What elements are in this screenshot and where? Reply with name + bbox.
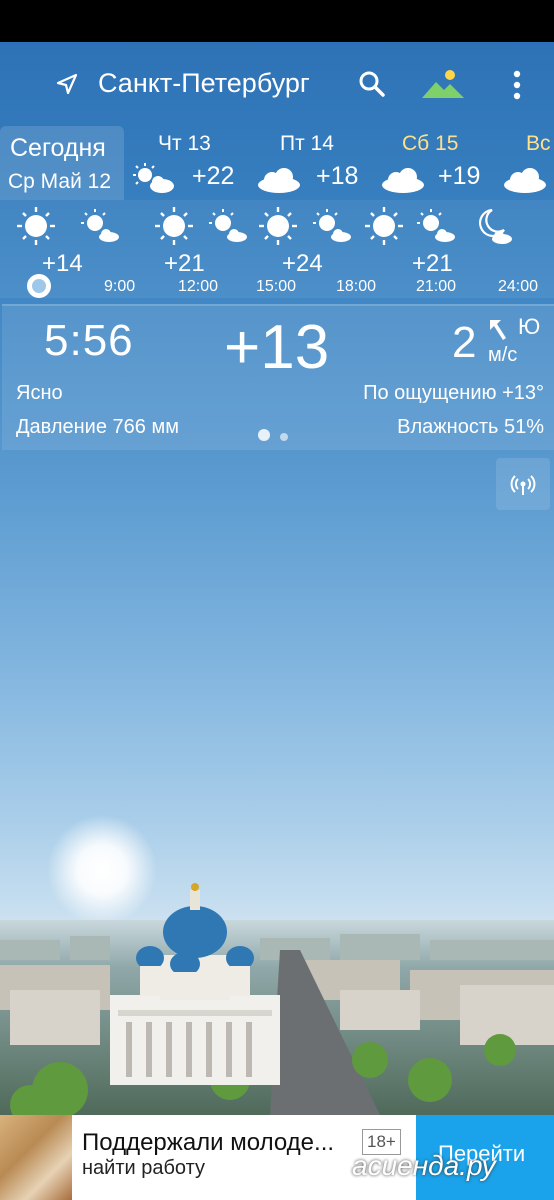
current-temp: +13 [224, 313, 330, 382]
sun-cloud-icon [133, 163, 174, 193]
ad-image [0, 1115, 72, 1200]
hourly-time: 21:00 [416, 278, 457, 295]
day-item-fri[interactable]: Пт 14 +18 [256, 126, 376, 200]
top-bar: Санкт-Петербург [0, 42, 554, 126]
hourly-temp: +21 [412, 250, 453, 277]
current-time-marker [27, 274, 51, 298]
watermark: асиенда.ру [352, 1150, 496, 1181]
humidity: Влажность 51% [397, 416, 544, 438]
more-vert-icon[interactable] [504, 68, 530, 102]
condition-text: Ясно [16, 382, 63, 404]
status-bar [0, 0, 554, 42]
city-name[interactable]: Санкт-Петербург [98, 68, 310, 99]
hourly-temp: +21 [164, 250, 205, 277]
location-arrow-icon[interactable] [54, 72, 80, 98]
search-icon[interactable] [356, 68, 388, 100]
broadcast-icon [510, 475, 536, 495]
day-name: Чт 13 [158, 132, 211, 155]
day-item-thu[interactable]: Чт 13 +22 [130, 126, 250, 200]
hourly-temp: +14 [42, 250, 83, 277]
cloud-icon [258, 168, 300, 193]
day-temp: +18 [316, 162, 359, 190]
hourly-temp: +24 [282, 250, 323, 277]
daily-forecast: Сегодня Ср Май 12 Чт 13 +22 Пт 14 +18 Сб… [0, 126, 554, 200]
wind-unit: м/с [488, 344, 518, 366]
moon-cloud-icon [479, 208, 512, 244]
wind-speed: 2 [452, 318, 477, 367]
day-name: Сб 15 [402, 132, 459, 155]
wind-direction: Ю [518, 314, 541, 339]
day-item-sun[interactable]: Вс [502, 126, 554, 200]
feels-like: По ощущению +13° [363, 382, 544, 404]
today-date: Ср Май 12 [8, 170, 112, 193]
wind-direction-icon [490, 320, 506, 340]
page-indicator [258, 428, 298, 446]
day-temp: +19 [438, 162, 481, 190]
pressure: Давление 766 мм [16, 416, 179, 438]
sun-icon [259, 207, 297, 245]
day-item-sat[interactable]: Сб 15 +19 [380, 126, 500, 200]
landscape-icon[interactable] [420, 68, 466, 100]
page-dot-active [258, 429, 270, 441]
hourly-time: 24:00 [498, 278, 539, 295]
hourly-time: 15:00 [256, 278, 297, 295]
current-conditions[interactable]: 5:56 +13 2 Ю м/с Ясно По ощущению +13° Д… [2, 304, 554, 450]
day-temp: +22 [192, 162, 235, 190]
sun-icon [365, 207, 403, 245]
sun-icon [17, 207, 55, 245]
day-name: Пт 14 [280, 132, 334, 155]
hourly-forecast[interactable]: +14 +21 +24 +21 9:00 12:00 15:00 18:00 2… [0, 200, 554, 298]
radar-button[interactable] [496, 458, 550, 510]
hourly-time: 12:00 [178, 278, 219, 295]
sun-cloud-icon [209, 209, 247, 242]
day-today[interactable]: Сегодня Ср Май 12 [0, 126, 124, 200]
current-time: 5:56 [44, 316, 134, 365]
today-title: Сегодня [10, 134, 106, 162]
day-name: Вс [526, 132, 551, 155]
ad-title: Поддержали молоде... [82, 1129, 335, 1156]
hourly-time: 18:00 [336, 278, 377, 295]
sun-icon [155, 207, 193, 245]
cloud-icon [382, 168, 424, 193]
hourly-time: 9:00 [104, 278, 136, 295]
city-background-image [0, 815, 554, 1115]
sun-cloud-icon [313, 209, 351, 242]
sun-cloud-icon [417, 209, 455, 242]
page-dot [280, 433, 288, 441]
sun-cloud-icon [81, 209, 119, 242]
cloud-icon [504, 168, 546, 193]
ad-subtitle: найти работу [82, 1157, 205, 1179]
